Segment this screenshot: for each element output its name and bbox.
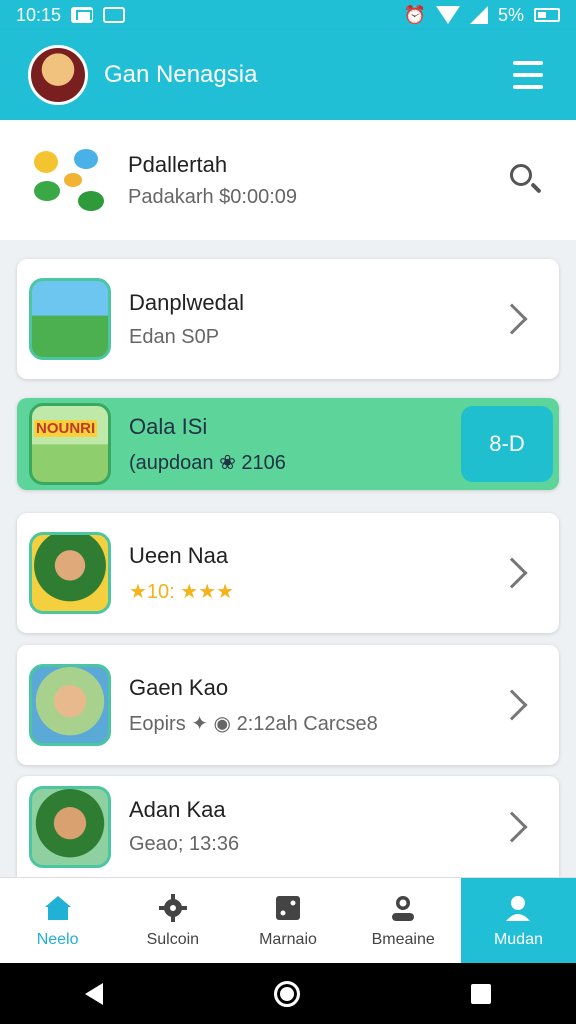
emoji-cluster-icon	[30, 145, 106, 215]
bird-icon	[74, 149, 98, 169]
leaf-icon	[34, 181, 60, 201]
coin-icon	[64, 173, 82, 187]
item-thumbnail	[29, 278, 111, 360]
thumbnail-label: NOUNRI	[34, 420, 98, 437]
user-icon	[503, 893, 533, 923]
item-subtitle: Eopirs ✦ ◉ 2:12ah Carcse8	[129, 712, 378, 735]
smiley-icon	[34, 151, 58, 173]
item-title: Adan Kaa	[129, 797, 226, 822]
home-icon	[43, 893, 73, 923]
dice-icon	[273, 893, 303, 923]
filter-menu-button[interactable]	[508, 57, 548, 93]
action-button[interactable]: 8-D	[461, 406, 553, 482]
app-bar: Gan Nenagsia	[0, 30, 576, 120]
leaf-icon	[78, 191, 104, 211]
item-thumbnail	[29, 664, 111, 746]
item-subtitle: Geao; 13:36	[129, 833, 240, 855]
tab-label: Neelo	[36, 930, 79, 948]
item-rating: ★10: ★★★	[129, 580, 235, 603]
bottom-tab-bar: Neelo Sulcoin Marnaio Bmeaine Mudan	[0, 877, 576, 963]
header-title: Pdallertah	[128, 151, 228, 177]
tab-account[interactable]: Mudan	[460, 878, 576, 963]
item-subtitle: (aupdoan ❀ 2106	[129, 451, 286, 474]
item-thumbnail	[29, 532, 111, 614]
tab-settings[interactable]: Sulcoin	[115, 878, 230, 963]
list-item[interactable]: Adan Kaa Geao; 13:36	[17, 776, 559, 877]
status-bar: 10:15 ⏰ 5%	[0, 0, 576, 30]
item-title: Oala ISi	[129, 413, 208, 439]
chevron-right-icon	[496, 557, 528, 589]
tab-profile[interactable]: Bmeaine	[346, 878, 461, 963]
recents-icon[interactable]	[470, 983, 491, 1004]
menu-line-icon	[513, 61, 543, 65]
chevron-right-icon	[496, 810, 528, 843]
tab-label: Bmeaine	[371, 930, 435, 948]
search-button[interactable]	[506, 160, 546, 200]
item-thumbnail	[29, 785, 111, 868]
signal-icon	[469, 6, 488, 24]
item-subtitle: Edan S0P	[129, 325, 220, 348]
gmail-icon	[71, 7, 94, 23]
avatar[interactable]	[28, 45, 88, 105]
chevron-right-icon	[496, 689, 528, 721]
menu-line-icon	[513, 85, 543, 89]
tab-games[interactable]: Marnaio	[230, 878, 345, 963]
item-title: Danplwedal	[129, 289, 244, 315]
item-title: Ueen Naa	[129, 542, 229, 568]
list-item[interactable]: Gaen Kao Eopirs ✦ ◉ 2:12ah Carcse8	[17, 645, 559, 765]
home-circle-icon[interactable]	[273, 980, 300, 1007]
list-item[interactable]: Ueen Naa ★10: ★★★	[17, 513, 559, 633]
app-title: Gan Nenagsia	[104, 61, 258, 88]
search-icon-handle	[530, 182, 542, 194]
menu-line-icon	[513, 73, 543, 77]
tab-label: Mudan	[493, 930, 543, 948]
cast-icon	[103, 7, 126, 23]
list-item[interactable]: Danplwedal Edan S0P	[17, 259, 559, 379]
alarm-icon: ⏰	[403, 4, 426, 25]
back-icon[interactable]	[85, 982, 104, 1005]
item-thumbnail: NOUNRI	[29, 403, 111, 485]
battery-icon	[534, 8, 560, 22]
status-time: 10:15	[16, 4, 62, 25]
tab-label: Marnaio	[259, 930, 317, 948]
list-item-highlighted[interactable]: NOUNRI Oala ISi (aupdoan ❀ 2106 8-D	[17, 398, 559, 490]
tab-home[interactable]: Neelo	[0, 878, 115, 963]
battery-percent: 5%	[497, 4, 524, 25]
person-icon	[388, 893, 418, 923]
gear-icon	[158, 893, 188, 923]
system-nav-bar	[0, 963, 576, 1024]
chevron-right-icon	[496, 303, 528, 335]
header-subtitle: Padakarh $0:00:09	[128, 185, 298, 208]
wifi-icon	[435, 6, 460, 24]
header-section: Pdallertah Padakarh $0:00:09	[0, 120, 576, 240]
item-title: Gaen Kao	[129, 674, 229, 700]
search-icon	[510, 164, 532, 186]
tab-label: Sulcoin	[146, 930, 200, 948]
